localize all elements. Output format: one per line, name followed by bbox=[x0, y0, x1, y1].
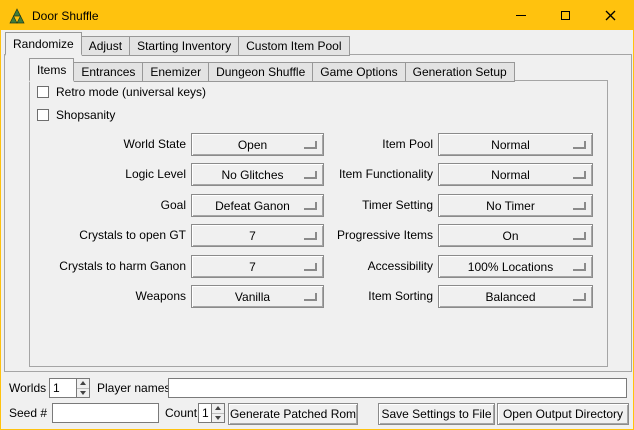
app-window: Door Shuffle Randomize Adjust Starting I… bbox=[0, 0, 634, 430]
worlds-decrement-button[interactable] bbox=[77, 388, 89, 398]
weapons-dropdown[interactable]: Vanilla bbox=[191, 285, 324, 308]
tab-dungeon-shuffle[interactable]: Dungeon Shuffle bbox=[208, 62, 313, 82]
goal-dropdown[interactable]: Defeat Ganon bbox=[191, 194, 324, 217]
minimize-icon bbox=[516, 15, 526, 16]
window-controls bbox=[498, 1, 633, 30]
tab-starting-inventory[interactable]: Starting Inventory bbox=[129, 36, 239, 56]
worlds-increment-button[interactable] bbox=[77, 379, 89, 388]
player-names-input[interactable] bbox=[168, 378, 627, 398]
option-label: Item Pool bbox=[331, 133, 433, 156]
shopsanity-row: Shopsanity bbox=[37, 108, 115, 122]
option-label: Weapons bbox=[21, 285, 186, 308]
logic-level-dropdown[interactable]: No Glitches bbox=[191, 163, 324, 186]
item-sorting-dropdown[interactable]: Balanced bbox=[438, 285, 593, 308]
dropdown-indicator-icon bbox=[304, 232, 317, 240]
save-settings-button[interactable]: Save Settings to File bbox=[378, 403, 495, 425]
timer-setting-dropdown[interactable]: No Timer bbox=[438, 194, 593, 217]
tab-entrances[interactable]: Entrances bbox=[73, 62, 143, 82]
seed-label: Seed # bbox=[9, 403, 47, 423]
progressive-items-dropdown[interactable]: On bbox=[438, 224, 593, 247]
tab-custom-item-pool[interactable]: Custom Item Pool bbox=[238, 36, 349, 56]
option-label: Progressive Items bbox=[331, 224, 433, 247]
option-label: Crystals to harm Ganon bbox=[21, 255, 186, 278]
seed-input[interactable] bbox=[52, 403, 159, 423]
generate-patched-rom-button[interactable]: Generate Patched Rom bbox=[228, 403, 358, 425]
tab-items[interactable]: Items bbox=[29, 58, 74, 82]
player-names-label: Player names bbox=[97, 378, 170, 398]
count-stepper[interactable]: 1 bbox=[198, 403, 225, 423]
dropdown-indicator-icon bbox=[304, 171, 317, 179]
window-title: Door Shuffle bbox=[32, 9, 99, 23]
dropdown-indicator-icon bbox=[304, 293, 317, 301]
tab-generation-setup[interactable]: Generation Setup bbox=[405, 62, 515, 82]
tab-adjust[interactable]: Adjust bbox=[81, 36, 130, 56]
option-label: Item Sorting bbox=[331, 285, 433, 308]
dropdown-indicator-icon bbox=[304, 202, 317, 210]
count-decrement-button[interactable] bbox=[212, 413, 224, 423]
dropdown-indicator-icon bbox=[304, 263, 317, 271]
dropdown-indicator-icon bbox=[573, 293, 586, 301]
crystals-open-gt-dropdown[interactable]: 7 bbox=[191, 224, 324, 247]
option-label: Accessibility bbox=[331, 255, 433, 278]
option-label: Item Functionality bbox=[331, 163, 433, 186]
spinner-down-icon bbox=[80, 391, 86, 395]
spinner-down-icon bbox=[215, 416, 221, 420]
spinner-up-icon bbox=[215, 406, 221, 410]
item-functionality-dropdown[interactable]: Normal bbox=[438, 163, 593, 186]
open-output-directory-button[interactable]: Open Output Directory bbox=[497, 403, 629, 425]
dropdown-indicator-icon bbox=[573, 263, 586, 271]
dropdown-indicator-icon bbox=[573, 141, 586, 149]
maximize-icon bbox=[561, 11, 570, 20]
retro-mode-row: Retro mode (universal keys) bbox=[37, 85, 206, 99]
dropdown-indicator-icon bbox=[573, 171, 586, 179]
close-button[interactable] bbox=[588, 1, 633, 30]
retro-mode-label: Retro mode (universal keys) bbox=[56, 85, 206, 99]
dropdown-indicator-icon bbox=[573, 202, 586, 210]
inner-tab-bar: Items Entrances Enemizer Dungeon Shuffle… bbox=[29, 58, 514, 82]
item-pool-dropdown[interactable]: Normal bbox=[438, 133, 593, 156]
option-label: Crystals to open GT bbox=[21, 224, 186, 247]
option-label: Goal bbox=[21, 194, 186, 217]
app-icon bbox=[9, 8, 25, 24]
world-state-dropdown[interactable]: Open bbox=[191, 133, 324, 156]
count-label: Count bbox=[165, 403, 197, 423]
shopsanity-label: Shopsanity bbox=[56, 108, 115, 122]
option-label: World State bbox=[21, 133, 186, 156]
titlebar[interactable]: Door Shuffle bbox=[1, 1, 633, 30]
worlds-stepper[interactable]: 1 bbox=[49, 378, 90, 398]
tab-enemizer[interactable]: Enemizer bbox=[142, 62, 209, 82]
maximize-button[interactable] bbox=[543, 1, 588, 30]
minimize-button[interactable] bbox=[498, 1, 543, 30]
close-icon bbox=[605, 10, 616, 21]
option-label: Timer Setting bbox=[331, 194, 433, 217]
crystals-harm-ganon-dropdown[interactable]: 7 bbox=[191, 255, 324, 278]
spinner-up-icon bbox=[80, 381, 86, 385]
accessibility-dropdown[interactable]: 100% Locations bbox=[438, 255, 593, 278]
worlds-label: Worlds bbox=[9, 378, 46, 398]
tab-game-options[interactable]: Game Options bbox=[312, 62, 405, 82]
retro-mode-checkbox[interactable] bbox=[37, 86, 49, 98]
tab-randomize[interactable]: Randomize bbox=[5, 32, 82, 56]
dropdown-indicator-icon bbox=[573, 232, 586, 240]
shopsanity-checkbox[interactable] bbox=[37, 109, 49, 121]
dropdown-indicator-icon bbox=[304, 141, 317, 149]
count-increment-button[interactable] bbox=[212, 404, 224, 413]
outer-tab-bar: Randomize Adjust Starting Inventory Cust… bbox=[5, 32, 349, 56]
option-label: Logic Level bbox=[21, 163, 186, 186]
